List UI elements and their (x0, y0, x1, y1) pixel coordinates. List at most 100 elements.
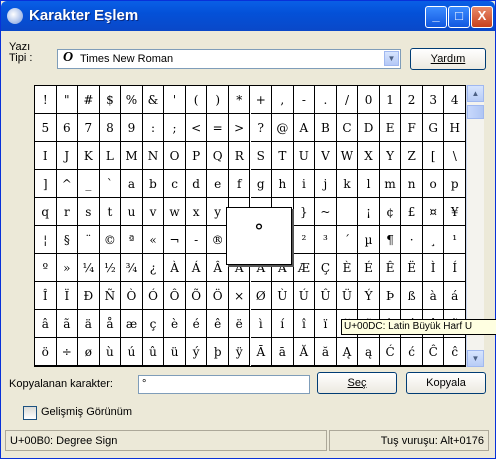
character-cell[interactable]: Í (444, 254, 466, 282)
character-cell[interactable]: C (336, 114, 359, 142)
character-cell[interactable]: ` (99, 170, 122, 198)
character-cell[interactable]: ¾ (121, 254, 143, 282)
character-cell[interactable]: ~ (315, 198, 337, 226)
character-cell[interactable]: ¬ (164, 226, 186, 254)
character-cell[interactable]: d (185, 170, 208, 198)
character-cell[interactable]: 3 (422, 86, 445, 114)
character-cell[interactable]: 1 (379, 86, 402, 114)
character-cell[interactable]: É (358, 254, 380, 282)
character-cell[interactable]: ø (78, 338, 100, 366)
character-cell[interactable]: ĉ (444, 338, 466, 366)
character-cell[interactable]: ā (272, 338, 294, 366)
character-cell[interactable]: b (142, 170, 165, 198)
character-cell[interactable]: k (336, 170, 359, 198)
character-cell[interactable]: u (121, 198, 143, 226)
character-cell[interactable]: « (142, 226, 165, 254)
character-cell[interactable]: : (142, 114, 165, 142)
character-cell[interactable]: À (164, 254, 186, 282)
character-cell[interactable]: Ú (293, 282, 316, 310)
character-cell[interactable]: T (272, 142, 294, 170)
character-cell[interactable]: Ĉ (422, 338, 445, 366)
character-cell[interactable]: ] (35, 170, 57, 198)
character-cell[interactable]: 2 (401, 86, 423, 114)
character-cell[interactable]: / (336, 86, 359, 114)
character-cell[interactable]: ä (78, 310, 100, 338)
character-cell[interactable]: î (293, 310, 316, 338)
character-cell[interactable]: Ý (358, 282, 380, 310)
character-cell[interactable]: K (78, 142, 100, 170)
character-cell[interactable]: w (164, 198, 186, 226)
character-cell[interactable]: ê (207, 310, 229, 338)
character-cell[interactable]: Ì (422, 254, 445, 282)
character-cell[interactable]: ¦ (35, 226, 57, 254)
close-button[interactable]: X (471, 6, 493, 28)
character-cell[interactable]: p (444, 170, 466, 198)
character-cell[interactable]: W (336, 142, 359, 170)
character-cell[interactable]: _ (78, 170, 100, 198)
character-cell[interactable]: B (315, 114, 337, 142)
character-cell[interactable]: a (121, 170, 143, 198)
character-cell[interactable]: F (401, 114, 423, 142)
character-cell[interactable]: × (228, 282, 251, 310)
character-cell[interactable]: = (207, 114, 229, 142)
character-cell[interactable]: Ç (315, 254, 337, 282)
character-cell[interactable]: Ă (293, 338, 316, 366)
character-cell[interactable]: Q (207, 142, 229, 170)
character-cell[interactable]: þ (207, 338, 229, 366)
character-cell[interactable]: " (56, 86, 79, 114)
character-cell[interactable]: ½ (99, 254, 122, 282)
character-cell[interactable]: J (56, 142, 79, 170)
character-cell[interactable]: â (35, 310, 57, 338)
character-cell[interactable]: j (315, 170, 337, 198)
character-cell[interactable]: Þ (379, 282, 402, 310)
character-cell[interactable]: P (185, 142, 208, 170)
character-cell[interactable]: ÷ (56, 338, 79, 366)
character-cell[interactable]: M (121, 142, 143, 170)
character-cell[interactable]: ; (164, 114, 186, 142)
character-cell[interactable]: Ù (272, 282, 294, 310)
character-cell[interactable]: á (444, 282, 466, 310)
character-cell[interactable]: 8 (99, 114, 122, 142)
character-cell[interactable]: - (185, 226, 208, 254)
character-cell[interactable]: Æ (293, 254, 316, 282)
copy-characters-input[interactable]: ° (138, 375, 310, 394)
character-cell[interactable]: Ê (379, 254, 402, 282)
character-cell[interactable]: ą (358, 338, 380, 366)
character-cell[interactable]: g (250, 170, 273, 198)
character-cell[interactable]: R (228, 142, 251, 170)
character-cell[interactable]: » (56, 254, 79, 282)
character-cell[interactable]: o (422, 170, 445, 198)
character-cell[interactable]: ú (121, 338, 143, 366)
character-cell[interactable]: ă (315, 338, 337, 366)
character-cell[interactable]: ª (121, 226, 143, 254)
character-cell[interactable]: h (272, 170, 294, 198)
character-cell[interactable]: Ü (336, 282, 359, 310)
select-button[interactable]: Seç (317, 372, 397, 394)
minimize-button[interactable]: _ (425, 6, 447, 28)
advanced-view-checkbox[interactable] (23, 406, 37, 420)
character-cell[interactable]: U (293, 142, 316, 170)
character-cell[interactable]: L (99, 142, 122, 170)
character-cell[interactable]: % (121, 86, 143, 114)
character-cell[interactable]: ¢ (379, 198, 402, 226)
character-cell[interactable]: 7 (78, 114, 100, 142)
character-cell[interactable] (336, 198, 359, 226)
character-cell[interactable]: ß (401, 282, 423, 310)
character-cell[interactable]: ? (250, 114, 273, 142)
character-cell[interactable]: ć (401, 338, 423, 366)
character-cell[interactable]: í (272, 310, 294, 338)
character-cell[interactable]: ^ (56, 170, 79, 198)
character-cell[interactable]: Ć (379, 338, 402, 366)
character-cell[interactable]: < (185, 114, 208, 142)
character-cell[interactable]: ì (250, 310, 273, 338)
character-cell[interactable]: i (293, 170, 316, 198)
character-cell[interactable]: q (35, 198, 57, 226)
character-cell[interactable]: û (142, 338, 165, 366)
character-cell[interactable]: ¶ (379, 226, 402, 254)
character-cell[interactable]: © (99, 226, 122, 254)
character-cell[interactable]: Ā (250, 338, 273, 366)
character-cell[interactable]: ¤ (422, 198, 445, 226)
character-cell[interactable]: 9 (121, 114, 143, 142)
character-cell[interactable]: S (250, 142, 273, 170)
character-cell[interactable]: é (185, 310, 208, 338)
